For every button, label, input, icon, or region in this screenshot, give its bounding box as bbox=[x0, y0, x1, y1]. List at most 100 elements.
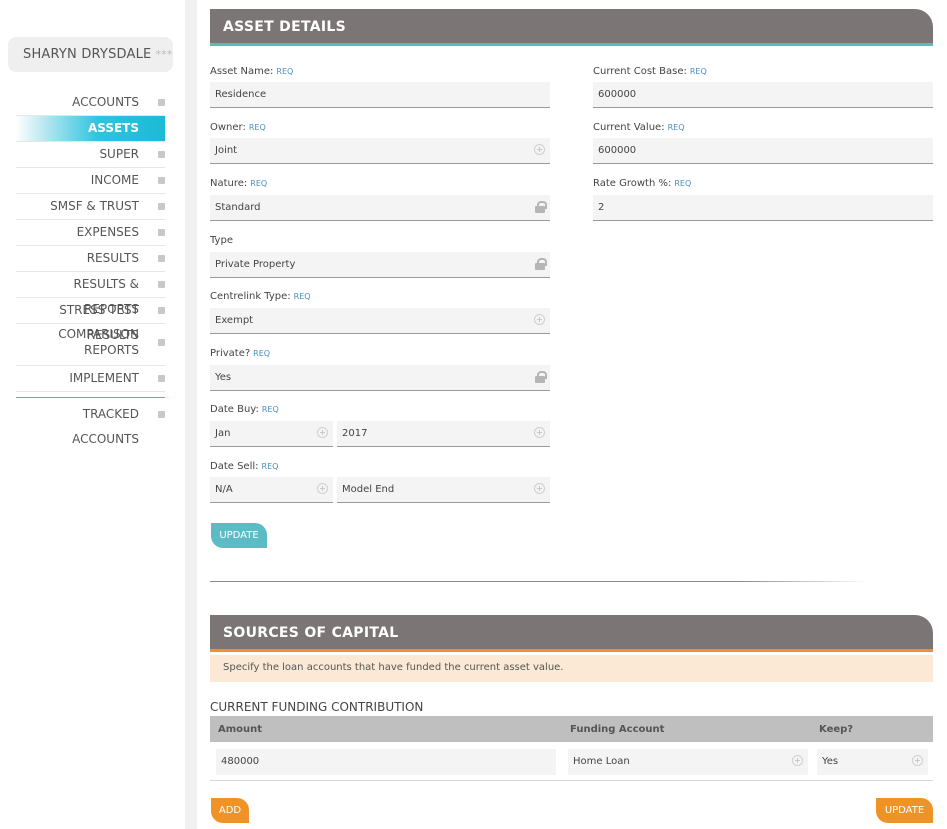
cost-base-input[interactable]: 600000 bbox=[593, 82, 933, 108]
owner-label: Owner: REQ bbox=[210, 122, 266, 133]
field-value: Model End bbox=[342, 484, 395, 495]
sidebar-gutter bbox=[185, 0, 197, 829]
nav-item-super[interactable]: SUPER bbox=[16, 142, 165, 168]
client-name: SHARYN DRYSDALE bbox=[23, 47, 152, 62]
cost-base-label: Current Cost Base: REQ bbox=[593, 66, 707, 77]
private-label: Private? REQ bbox=[210, 348, 271, 359]
nav-label: SUPER bbox=[99, 147, 139, 161]
req-tag: REQ bbox=[253, 349, 271, 358]
field-value: 2 bbox=[598, 202, 605, 213]
section-divider bbox=[210, 581, 870, 582]
nav-item-stress-test-results[interactable]: STRESS TEST RESULTS bbox=[16, 298, 165, 342]
field-value: 480000 bbox=[221, 756, 260, 767]
date-buy-label: Date Buy: REQ bbox=[210, 404, 279, 415]
rate-growth-input[interactable]: 2 bbox=[593, 195, 933, 221]
nav-item-smsf-trust[interactable]: SMSF & TRUST bbox=[16, 194, 165, 220]
column-header-amount: Amount bbox=[218, 724, 263, 735]
type-field: Private Property bbox=[210, 252, 550, 278]
field-value: 2017 bbox=[342, 428, 368, 439]
client-name-box[interactable]: SHARYN DRYSDALE *** bbox=[8, 37, 173, 72]
field-value: Home Loan bbox=[573, 756, 630, 767]
amount-input[interactable]: 480000 bbox=[216, 749, 556, 775]
req-tag: REQ bbox=[667, 123, 685, 132]
plus-circle-icon[interactable] bbox=[534, 427, 545, 438]
nav-label: ACCOUNTS bbox=[72, 95, 139, 109]
nav-item-implement[interactable]: IMPLEMENT bbox=[16, 366, 165, 392]
lock-icon bbox=[535, 258, 547, 270]
row-divider bbox=[210, 780, 933, 781]
square-icon bbox=[158, 177, 165, 184]
column-header-keep: Keep? bbox=[819, 724, 854, 735]
add-button[interactable]: ADD bbox=[211, 798, 249, 823]
square-icon bbox=[158, 229, 165, 236]
req-tag: REQ bbox=[689, 67, 707, 76]
square-icon bbox=[158, 203, 165, 210]
field-value: Yes bbox=[822, 756, 839, 767]
field-value: Joint bbox=[215, 145, 238, 156]
asset-name-label: Asset Name: REQ bbox=[210, 66, 294, 77]
square-icon bbox=[158, 411, 165, 418]
square-icon bbox=[158, 281, 165, 288]
funding-table-header: Amount Funding Account Keep? bbox=[210, 716, 933, 742]
plus-circle-icon[interactable] bbox=[317, 427, 328, 438]
plus-circle-icon[interactable] bbox=[792, 755, 803, 766]
nav-item-comparison-reports[interactable]: COMPARISON REPORTS bbox=[16, 324, 165, 366]
nav-item-accounts[interactable]: ACCOUNTS bbox=[16, 90, 165, 116]
square-icon bbox=[158, 99, 165, 106]
square-icon bbox=[158, 375, 165, 382]
funding-section-title: CURRENT FUNDING CONTRIBUTION bbox=[210, 700, 424, 714]
nav-item-results-reports[interactable]: RESULTS & REPORTS bbox=[16, 272, 165, 316]
plus-circle-icon[interactable] bbox=[534, 314, 545, 325]
centrelink-type-select[interactable]: Exempt bbox=[210, 308, 550, 334]
nav-item-expenses[interactable]: EXPENSES bbox=[16, 220, 165, 246]
asset-update-button[interactable]: UPDATE bbox=[211, 523, 267, 548]
plus-circle-icon[interactable] bbox=[912, 755, 923, 766]
nav-item-tracked-accounts[interactable]: TRACKED ACCOUNTS bbox=[16, 402, 165, 446]
square-icon bbox=[158, 255, 165, 262]
asset-details-header: ASSET DETAILS bbox=[210, 9, 933, 46]
square-icon bbox=[158, 339, 165, 346]
funding-account-select[interactable]: Home Loan bbox=[568, 749, 808, 775]
req-tag: REQ bbox=[261, 405, 279, 414]
nav-label: INCOME bbox=[90, 173, 139, 187]
client-stars: *** bbox=[155, 48, 173, 61]
field-value: Standard bbox=[215, 202, 261, 213]
sources-update-button[interactable]: UPDATE bbox=[876, 798, 933, 823]
nav-item-assets[interactable]: ASSETS bbox=[16, 116, 165, 142]
date-buy-year-select[interactable]: 2017 bbox=[337, 421, 550, 447]
current-value-input[interactable]: 600000 bbox=[593, 138, 933, 164]
field-value: Yes bbox=[215, 372, 232, 383]
owner-select[interactable]: Joint bbox=[210, 138, 550, 164]
date-buy-month-select[interactable]: Jan bbox=[210, 421, 333, 447]
field-value: Exempt bbox=[215, 315, 254, 326]
date-sell-month-select[interactable]: N/A bbox=[210, 477, 333, 503]
keep-select[interactable]: Yes bbox=[817, 749, 928, 775]
nav-separator bbox=[16, 397, 165, 398]
field-value: N/A bbox=[215, 484, 233, 495]
req-tag: REQ bbox=[250, 179, 268, 188]
asset-name-field[interactable]: Residence bbox=[210, 82, 550, 108]
nav-item-results[interactable]: RESULTS bbox=[16, 246, 165, 272]
req-tag: REQ bbox=[248, 123, 266, 132]
nav-label-line2: REPORTS bbox=[83, 343, 139, 357]
field-value: Private Property bbox=[215, 259, 296, 270]
plus-circle-icon[interactable] bbox=[534, 483, 545, 494]
panel-title: SOURCES OF CAPITAL bbox=[223, 625, 399, 641]
nav-item-income[interactable]: INCOME bbox=[16, 168, 165, 194]
lock-icon bbox=[535, 201, 547, 213]
field-value: 600000 bbox=[598, 89, 637, 100]
centrelink-type-label: Centrelink Type: REQ bbox=[210, 291, 311, 302]
req-tag: REQ bbox=[276, 67, 294, 76]
plus-circle-icon[interactable] bbox=[534, 144, 545, 155]
current-value-label: Current Value: REQ bbox=[593, 122, 685, 133]
date-sell-year-select[interactable]: Model End bbox=[337, 477, 550, 503]
sidebar: SHARYN DRYSDALE *** ACCOUNTS ASSETS SUPER… bbox=[0, 0, 185, 829]
lock-icon bbox=[535, 371, 547, 383]
sources-notice: Specify the loan accounts that have fund… bbox=[210, 655, 933, 682]
plus-circle-icon[interactable] bbox=[317, 483, 328, 494]
private-field: Yes bbox=[210, 365, 550, 391]
req-tag: REQ bbox=[261, 462, 279, 471]
field-value: Residence bbox=[215, 89, 267, 100]
nature-field: Standard bbox=[210, 195, 550, 221]
sources-of-capital-header: SOURCES OF CAPITAL bbox=[210, 615, 933, 652]
